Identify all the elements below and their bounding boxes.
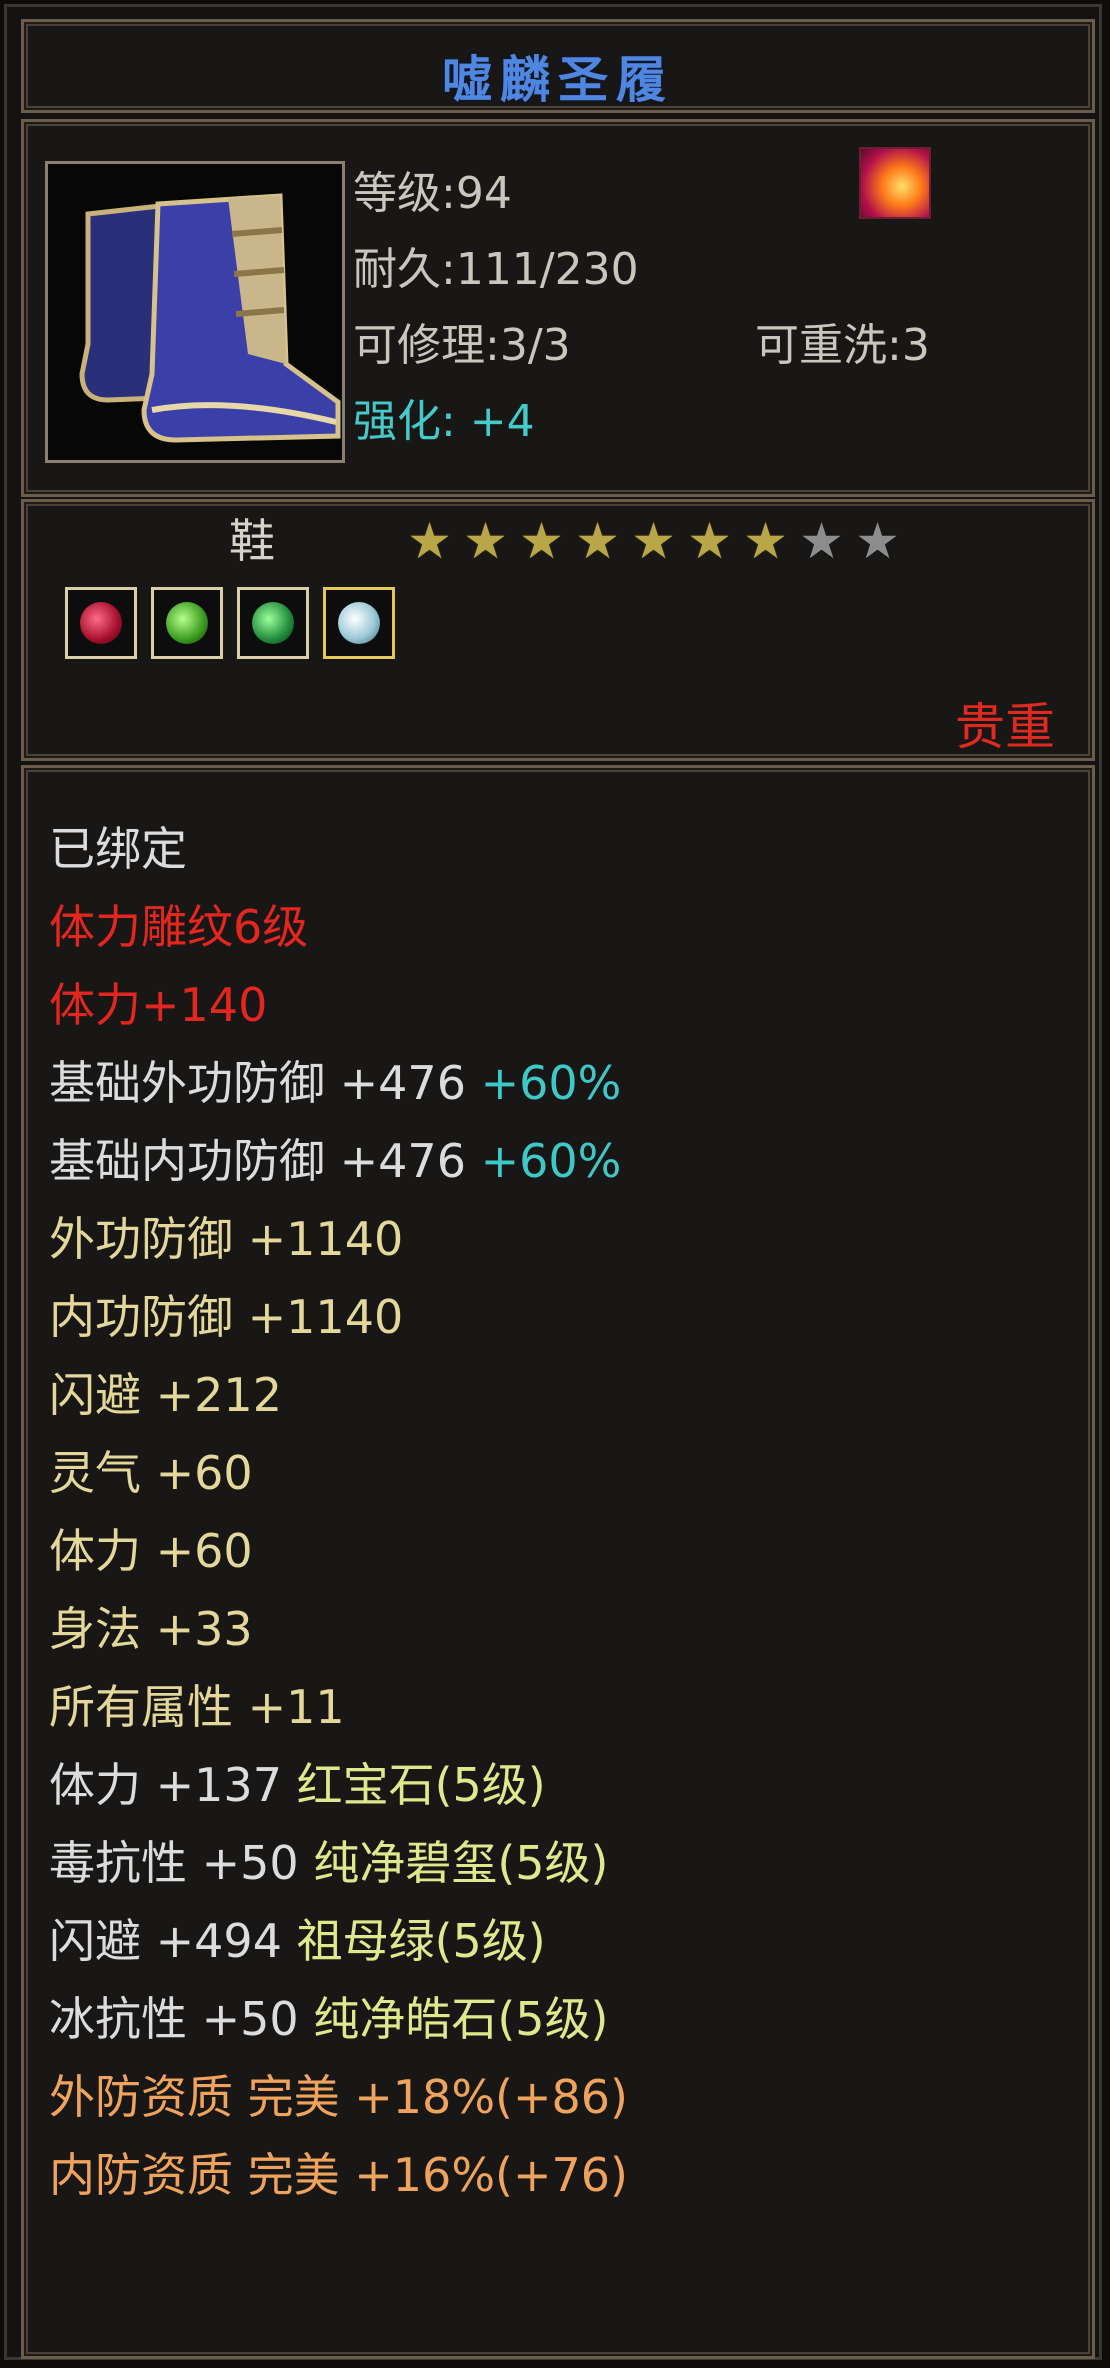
- star-filled-icon: ★: [407, 512, 452, 570]
- gem-slots: [65, 587, 395, 659]
- gem-bonus-2: 毒抗性 +50 纯净碧玺(5级): [49, 1833, 609, 1893]
- inner-defense-quality: 内防资质 完美 +16%(+76): [49, 2148, 628, 2202]
- gem-bonus-4-name: 纯净皓石(5级): [313, 1992, 609, 2046]
- gem-bonus-2-stat: 毒抗性 +50: [49, 1836, 299, 1890]
- star-empty-icon: ★: [855, 512, 900, 570]
- jade-gem-icon[interactable]: [237, 587, 309, 659]
- gem-bonus-3-name: 祖母绿(5级): [296, 1914, 546, 1968]
- gem-bonus-2-name: 纯净碧玺(5级): [313, 1836, 609, 1890]
- item-durability: 耐久:111/230: [353, 244, 639, 295]
- item-repair-count: 可修理:3/3: [353, 320, 571, 371]
- star-filled-icon: ★: [743, 512, 788, 570]
- gem-bonus-1-name: 红宝石(5级): [296, 1758, 546, 1812]
- item-level: 等级:94: [353, 168, 512, 219]
- gem-bonus-1: 体力 +137 红宝石(5级): [49, 1755, 546, 1815]
- dodge: 闪避 +212: [49, 1368, 282, 1422]
- base-outer-defense: 基础外功防御 +476 +60%: [49, 1053, 621, 1113]
- item-name: 嘘麟圣履: [442, 51, 674, 109]
- red-gem-icon[interactable]: [65, 587, 137, 659]
- gem-bonus-3-stat: 闪避 +494: [49, 1914, 282, 1968]
- star-rating: ★ ★ ★ ★ ★ ★ ★ ★ ★: [405, 512, 902, 570]
- item-tooltip: 嘘麟圣履 等级:94 耐久:111/230 可修理:3/3 可重洗:3 强化: …: [4, 4, 1102, 2360]
- item-enhance-level: 强化: +4: [353, 396, 535, 447]
- inner-defense: 内功防御 +1140: [49, 1290, 404, 1344]
- gem-bonus-4: 冰抗性 +50 纯净皓石(5级): [49, 1989, 609, 2049]
- engraving-bonus: 体力+140: [49, 978, 268, 1032]
- white-gem-icon[interactable]: [323, 587, 395, 659]
- star-filled-icon: ★: [575, 512, 620, 570]
- bound-status: 已绑定: [49, 822, 187, 876]
- spirit: 灵气 +60: [49, 1446, 253, 1500]
- stamina: 体力 +60: [49, 1524, 253, 1578]
- fire-element-icon: [859, 147, 931, 219]
- outer-defense-quality: 外防资质 完美 +18%(+86): [49, 2070, 628, 2124]
- green-gem-icon[interactable]: [151, 587, 223, 659]
- gem-bonus-1-stat: 体力 +137: [49, 1758, 282, 1812]
- star-filled-icon: ★: [519, 512, 564, 570]
- gem-bonus-4-stat: 冰抗性 +50: [49, 1992, 299, 2046]
- item-type: 鞋: [229, 514, 275, 568]
- star-empty-icon: ★: [799, 512, 844, 570]
- item-rewash-count: 可重洗:3: [755, 320, 930, 371]
- base-inner-defense-value: 基础内功防御 +476: [49, 1134, 466, 1188]
- star-filled-icon: ★: [631, 512, 676, 570]
- all-attributes: 所有属性 +11: [49, 1680, 345, 1734]
- gem-bonus-3: 闪避 +494 祖母绿(5级): [49, 1911, 546, 1971]
- engraving-level: 体力雕纹6级: [49, 900, 309, 954]
- base-outer-defense-bonus: +60%: [480, 1056, 622, 1110]
- boots-icon: [45, 161, 345, 463]
- base-outer-defense-value: 基础外功防御 +476: [49, 1056, 466, 1110]
- outer-defense: 外功防御 +1140: [49, 1212, 404, 1266]
- title-panel: 嘘麟圣履: [21, 19, 1095, 113]
- star-filled-icon: ★: [687, 512, 732, 570]
- base-inner-defense-bonus: +60%: [480, 1134, 622, 1188]
- star-filled-icon: ★: [463, 512, 508, 570]
- rarity-label: 贵重: [955, 698, 1055, 756]
- agility: 身法 +33: [49, 1602, 253, 1656]
- base-inner-defense: 基础内功防御 +476 +60%: [49, 1131, 621, 1191]
